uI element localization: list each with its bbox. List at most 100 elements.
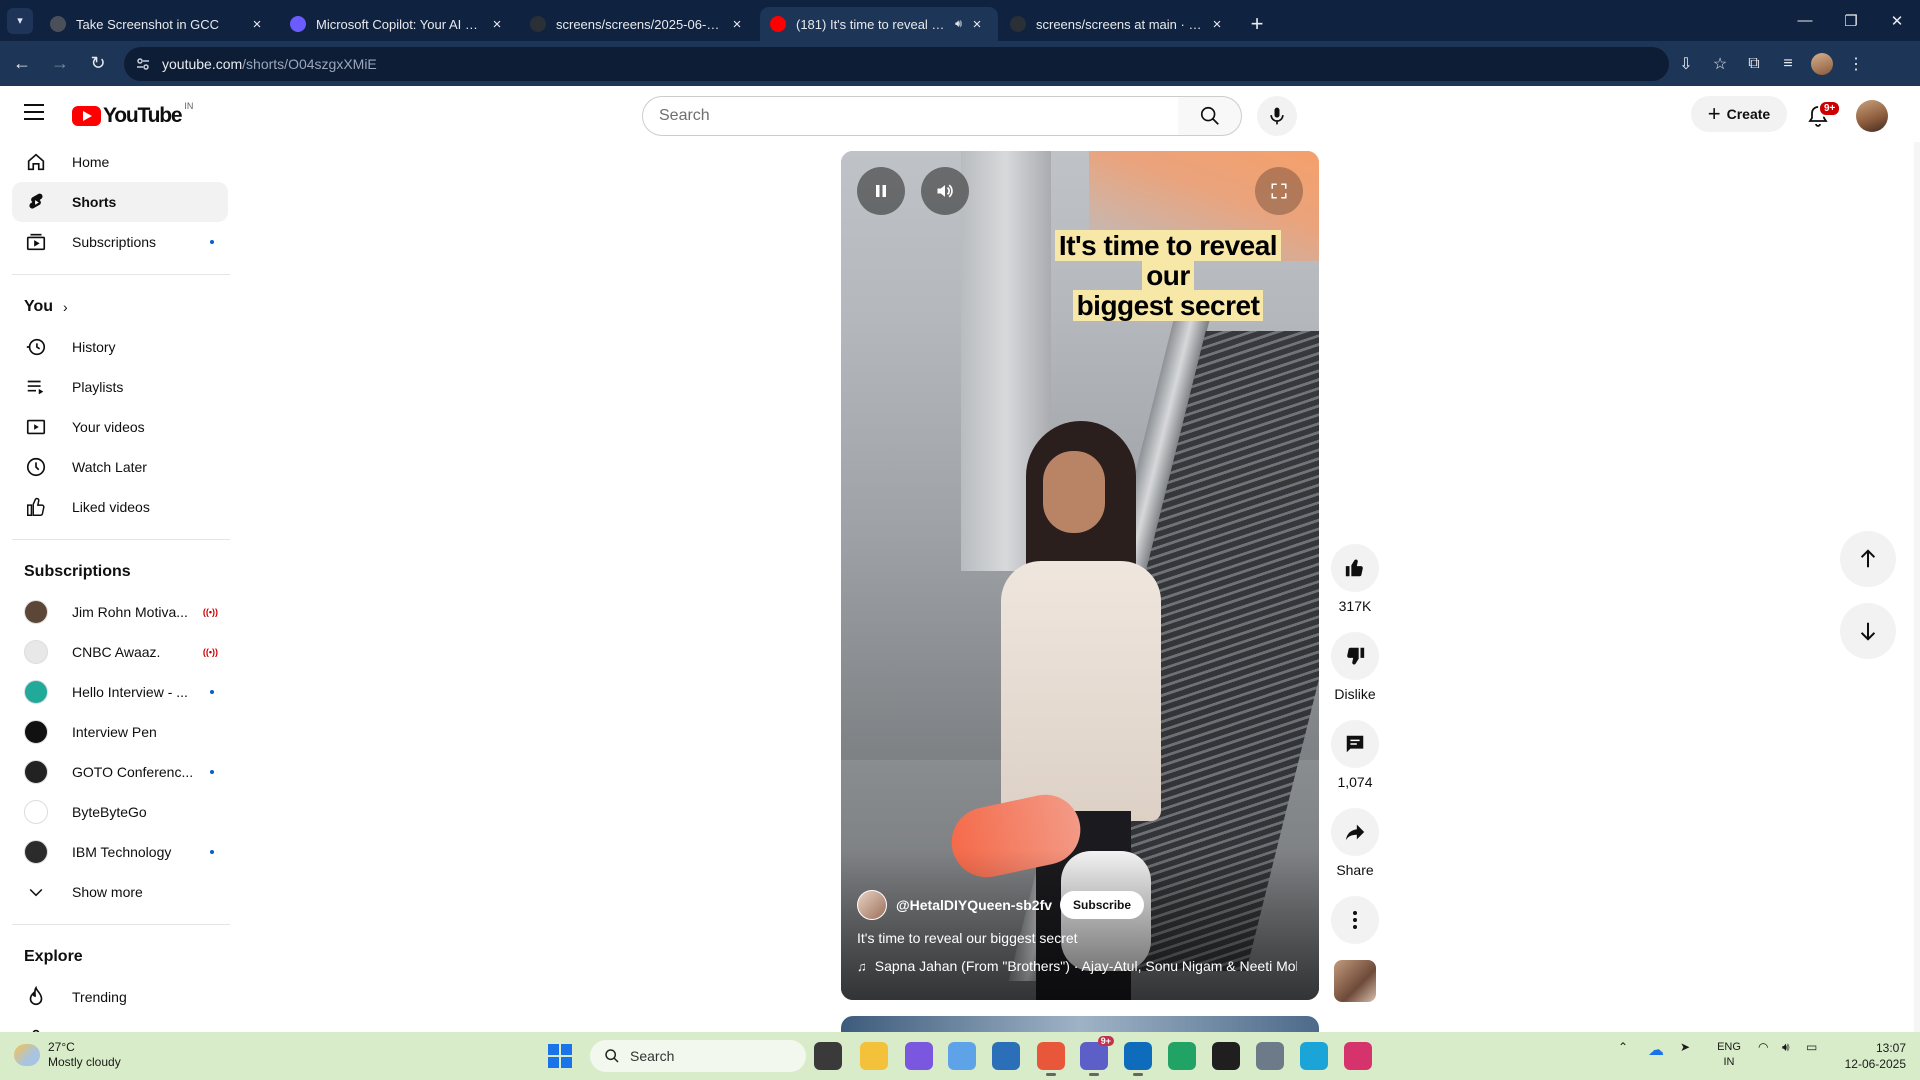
volume-button[interactable]: [921, 167, 969, 215]
subscription-item[interactable]: CNBC Awaaz. ((•)): [12, 632, 228, 672]
pause-button[interactable]: [857, 167, 905, 215]
channel-name[interactable]: @HetalDIYQueen-sb2fv: [896, 897, 1052, 913]
subscription-item[interactable]: Hello Interview - ...: [12, 672, 228, 712]
browser-tab[interactable]: (181) It's time to reveal our 🔊︎ ×: [760, 7, 998, 41]
tab-close-icon[interactable]: ×: [968, 16, 986, 33]
page-scrollbar[interactable]: [1914, 142, 1920, 1032]
location-icon[interactable]: ➤: [1680, 1040, 1690, 1054]
wifi-icon[interactable]: ◠: [1758, 1040, 1768, 1054]
like-button[interactable]: [1331, 544, 1379, 592]
voice-search-button[interactable]: [1257, 96, 1297, 136]
edge-icon[interactable]: [1300, 1042, 1328, 1070]
sidebar-item-watch-later[interactable]: Watch Later: [12, 447, 228, 487]
clock-time: 13:07: [1875, 1041, 1906, 1055]
subscription-item[interactable]: Jim Rohn Motiva... ((•)): [12, 592, 228, 632]
share-button[interactable]: [1331, 808, 1379, 856]
tab-close-icon[interactable]: ×: [728, 16, 746, 33]
install-app-icon[interactable]: ⇩: [1669, 47, 1703, 81]
sidebar-item-home[interactable]: Home: [12, 142, 228, 182]
reload-button[interactable]: ↻: [82, 48, 114, 80]
search-input[interactable]: Search: [642, 96, 1179, 136]
sidebar-item-playlists[interactable]: Playlists: [12, 367, 228, 407]
subscription-item[interactable]: IBM Technology: [12, 832, 228, 872]
extensions-icon[interactable]: ⧉: [1737, 47, 1771, 81]
site-info-icon[interactable]: [132, 53, 154, 75]
browser-menu-icon[interactable]: ⋮: [1839, 47, 1873, 81]
settings-icon[interactable]: [1256, 1042, 1284, 1070]
sound-thumbnail[interactable]: [1334, 960, 1376, 1002]
taskbar-search[interactable]: Search: [590, 1040, 806, 1072]
subscribe-button[interactable]: Subscribe: [1060, 891, 1145, 919]
forward-button[interactable]: →: [44, 48, 76, 80]
tab-close-icon[interactable]: ×: [248, 16, 266, 33]
sidebar-divider: [12, 924, 230, 925]
browser-window-icon[interactable]: [948, 1042, 976, 1070]
browser-tab[interactable]: screens/screens at main · shubh ×: [1000, 7, 1238, 41]
dislike-button[interactable]: [1331, 632, 1379, 680]
more-options-button[interactable]: [1331, 896, 1379, 944]
sidebar-item-trending[interactable]: Trending: [12, 977, 228, 1017]
profile-avatar[interactable]: [1805, 47, 1839, 81]
sidebar-item-your-videos[interactable]: Your videos: [12, 407, 228, 447]
sidebar-item-shorts[interactable]: Shorts: [12, 182, 228, 222]
minimize-button[interactable]: —: [1782, 0, 1828, 41]
close-window-button[interactable]: ✕: [1874, 0, 1920, 41]
music-link[interactable]: ♫ Sapna Jahan (From "Brothers") · Ajay-At…: [857, 958, 1297, 974]
sidebar-explore-heading: Explore: [12, 937, 228, 977]
excel-icon[interactable]: [1168, 1042, 1196, 1070]
teams-icon[interactable]: 9+: [1080, 1036, 1114, 1076]
sidebar-you-heading[interactable]: You ›: [12, 287, 228, 327]
subscription-item[interactable]: GOTO Conferenc...: [12, 752, 228, 792]
new-content-dot: [210, 690, 214, 694]
subscription-item[interactable]: ByteByteGo: [12, 792, 228, 832]
snipping-tool-icon[interactable]: [1344, 1042, 1372, 1070]
fullscreen-button[interactable]: [1255, 167, 1303, 215]
sidebar-item-history[interactable]: History: [12, 327, 228, 367]
sidebar-item-liked-videos[interactable]: Liked videos: [12, 487, 228, 527]
tab-audio-icon[interactable]: 🔊︎: [955, 18, 962, 31]
fullscreen-icon: [1271, 183, 1287, 199]
sidebar-item-shopping[interactable]: Shopping: [12, 1017, 228, 1032]
battery-icon[interactable]: ▭: [1806, 1040, 1817, 1054]
shorts-player[interactable]: It's time to reveal our biggest secret @H…: [841, 151, 1319, 1000]
volume-tray-icon[interactable]: 🔊︎: [1782, 1040, 1790, 1055]
browser-tab[interactable]: Microsoft Copilot: Your AI comp ×: [280, 7, 518, 41]
browser-tab[interactable]: screens/screens/2025-06-12_0 ×: [520, 7, 758, 41]
channel-avatar[interactable]: [857, 890, 887, 920]
language-indicator[interactable]: ENG IN: [1714, 1040, 1744, 1070]
remote-desktop-icon[interactable]: [992, 1042, 1020, 1070]
file-explorer-icon[interactable]: [860, 1042, 888, 1070]
outlook-icon[interactable]: [1124, 1042, 1152, 1076]
copilot-icon[interactable]: [905, 1042, 933, 1070]
task-view-icon[interactable]: [814, 1042, 842, 1070]
weather-widget[interactable]: 27°C Mostly cloudy: [14, 1040, 121, 1070]
browser-tab[interactable]: Take Screenshot in GCC ×: [40, 7, 278, 41]
comments-button[interactable]: [1331, 720, 1379, 768]
search-button[interactable]: [1178, 96, 1242, 136]
previous-short-button[interactable]: [1840, 531, 1896, 587]
account-avatar[interactable]: [1856, 100, 1888, 132]
guide-menu-icon[interactable]: [24, 104, 44, 120]
short-title[interactable]: It's time to reveal our biggest secret: [857, 930, 1078, 946]
address-bar[interactable]: youtube.com/shorts/O04szgxXMiE: [124, 46, 1669, 81]
tab-close-icon[interactable]: ×: [488, 16, 506, 33]
sidebar-item-subscriptions[interactable]: Subscriptions: [12, 222, 228, 262]
chrome-icon[interactable]: [1037, 1042, 1065, 1076]
show-hidden-icons-chevron[interactable]: ⌃: [1618, 1040, 1628, 1054]
youtube-logo[interactable]: YouTube IN: [72, 101, 193, 128]
start-button[interactable]: [548, 1044, 572, 1068]
restore-button[interactable]: ❐: [1828, 0, 1874, 41]
bookmark-star-icon[interactable]: ☆: [1703, 47, 1737, 81]
back-button[interactable]: ←: [6, 48, 38, 80]
create-button[interactable]: + Create: [1691, 96, 1787, 132]
subscription-item[interactable]: Interview Pen: [12, 712, 228, 752]
terminal-icon[interactable]: [1212, 1042, 1240, 1070]
onedrive-icon[interactable]: ☁: [1648, 1040, 1664, 1060]
sidebar-show-more[interactable]: Show more: [12, 872, 228, 912]
next-short-button[interactable]: [1840, 603, 1896, 659]
media-control-icon[interactable]: ≡: [1771, 47, 1805, 81]
tab-close-icon[interactable]: ×: [1208, 16, 1226, 33]
new-tab-button[interactable]: +: [1240, 7, 1274, 41]
tab-search-button[interactable]: ▾: [0, 0, 40, 41]
system-clock[interactable]: 13:07 12-06-2025: [1838, 1040, 1906, 1072]
